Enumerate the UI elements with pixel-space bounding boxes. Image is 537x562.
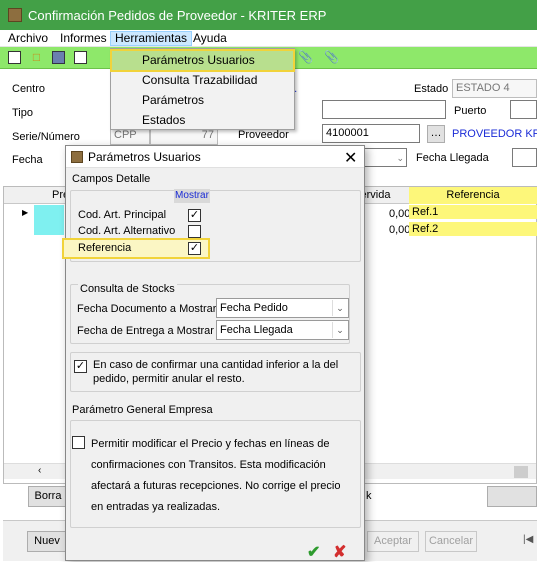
grid-cell[interactable]: Ref.1 [409,205,537,219]
grid-cell: 0,00 [389,208,411,220]
menu-archivo[interactable]: Archivo [4,31,52,46]
edit-icon[interactable] [74,51,87,64]
general-empresa-label: Parámetro General Empresa [70,404,215,416]
proveedor-name[interactable]: PROVEEDOR KRIT [452,128,537,140]
dialog-app-icon [71,151,83,163]
tipo-label: Tipo [12,107,33,119]
fecha-doc-label: Fecha Documento a Mostrar [77,303,217,315]
campo-label: Cod. Art. Alternativo [78,225,176,237]
parametros-usuarios-dialog: Parámetros Usuarios ✕ Campos Detalle Mos… [62,145,365,562]
window-titlebar: Confirmación Pedidos de Proveedor - KRIT… [0,0,537,30]
chevron-down-icon[interactable]: ⌄ [332,300,347,316]
close-icon[interactable]: ✕ [344,148,357,168]
centro-label: Centro [12,83,46,95]
window-title: Confirmación Pedidos de Proveedor - KRIT… [28,7,327,23]
dialog-body: Campos Detalle Mostrar Cod. Art. Princip… [62,168,364,562]
aceptar-button[interactable]: Aceptar [367,531,419,552]
proveedor-label: Proveedor [238,129,289,141]
open-folder-icon[interactable]: □ [30,51,43,64]
campo-checkbox[interactable] [188,225,201,238]
fecha-doc-value: Fecha Pedido [220,302,288,314]
menu-item-parametros-usuarios[interactable]: Parámetros Usuarios [110,49,295,72]
menu-item-estados[interactable]: Estados [112,111,293,130]
scroll-left-icon[interactable]: ‹ [38,465,41,476]
mostrar-header: Mostrar [174,189,210,203]
row-pointer-icon: ▶ [22,208,29,217]
estado-label: Estado [414,83,449,95]
campo-checkbox[interactable]: ✓ [188,242,201,255]
menu-item-consulta-trazabilidad[interactable]: Consulta Trazabilidad [112,71,293,90]
grid-cell: 0,00 [389,224,411,236]
grid-cell[interactable]: Ref.2 [409,222,537,236]
attach-icon[interactable]: 📎 [298,51,313,64]
campo-label: Cod. Art. Principal [78,209,167,221]
fecha-doc-select[interactable]: Fecha Pedido ⌄ [216,298,349,318]
grid-header-referencia: Referencia [409,187,537,204]
campo-checkbox[interactable]: ✓ [188,209,201,222]
anular-resto-label: En caso de confirmar una cantidad inferi… [93,359,339,385]
menu-ayuda[interactable]: Ayuda [189,31,231,46]
borrar-button[interactable]: Borra [28,486,68,507]
modificar-precio-checkbox[interactable] [72,436,85,449]
scroll-thumb[interactable] [514,466,528,478]
consulta-stocks-label: Consulta de Stocks [78,283,177,295]
fecha-entrega-select[interactable]: Fecha Llegada ⌄ [216,320,349,340]
dialog-title: Parámetros Usuarios [88,150,201,164]
anular-resto-checkbox[interactable]: ✓ [74,360,87,373]
grid-selected-cell [34,205,64,235]
nuevo-button[interactable]: Nuev [27,531,67,552]
cancel-icon[interactable]: ✘ [333,542,346,562]
menubar: Archivo Informes Herramientas Ayuda [0,30,537,47]
cancelar-button[interactable]: Cancelar [425,531,477,552]
chevron-down-icon[interactable]: ⌄ [332,322,347,338]
dialog-titlebar: Parámetros Usuarios ✕ [66,146,364,168]
save-icon[interactable] [52,51,65,64]
serie-label: Serie/Número [12,131,80,143]
fecha-entrega-value: Fecha Llegada [220,324,293,336]
fecha-llegada-field[interactable] [512,148,537,167]
check-label: k [366,490,372,502]
campo-label: Referencia [78,242,132,254]
modificar-precio-label: Permitir modificar el Precio y fechas en… [91,438,341,513]
herramientas-menu: Parámetros Usuarios Consulta Trazabilida… [110,48,295,130]
menu-herramientas[interactable]: Herramientas [110,31,193,46]
campos-detalle-label: Campos Detalle [70,173,153,185]
nav-first-icon[interactable]: |◀ [523,534,533,545]
proveedor-code-field[interactable]: 4100001 [322,124,420,143]
grid-side-button[interactable] [487,486,537,507]
puerto-field[interactable] [510,100,537,119]
proveedor-lookup-button[interactable]: … [427,125,445,143]
attach-icon[interactable]: 📎 [324,51,339,64]
fecha-llegada-label: Fecha Llegada [416,152,489,164]
menu-item-parametros[interactable]: Parámetros [112,91,293,110]
estado-field[interactable]: ESTADO 4 [452,79,537,98]
extra-field[interactable] [322,100,446,119]
ok-icon[interactable]: ✔ [307,542,320,562]
app-icon [8,8,22,22]
puerto-label: Puerto [454,105,487,117]
fecha-label: Fecha [12,154,43,166]
fecha-entrega-label: Fecha de Entrega a Mostrar [77,325,214,337]
new-document-icon[interactable] [8,51,21,64]
menu-informes[interactable]: Informes [56,31,111,46]
